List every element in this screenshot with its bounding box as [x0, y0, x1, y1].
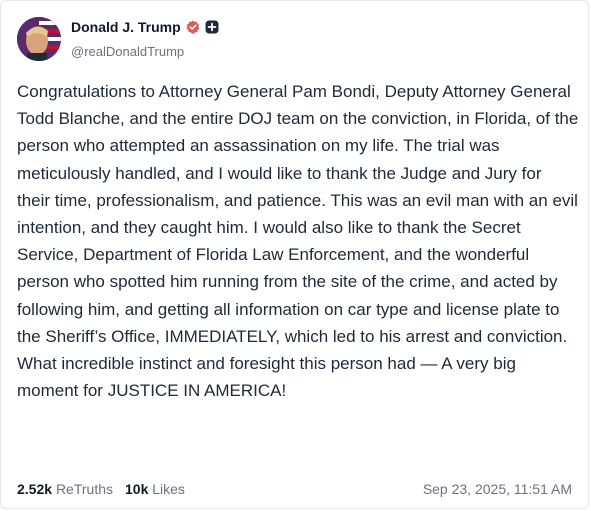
post-card: Donald J. Trump @realDonaldTrump Congrat…: [0, 0, 589, 509]
author-name[interactable]: Donald J. Trump: [71, 19, 181, 35]
plus-badge-icon: [205, 20, 219, 34]
likes-stat[interactable]: 10k Likes: [125, 481, 185, 497]
post-timestamp[interactable]: Sep 23, 2025, 11:51 AM: [423, 481, 572, 497]
author-row: Donald J. Trump: [71, 19, 219, 35]
retruths-label: ReTruths: [55, 481, 113, 497]
post-text: Congratulations to Attorney General Pam …: [17, 82, 579, 401]
verified-badge-icon: [186, 20, 200, 34]
avatar[interactable]: [17, 17, 61, 61]
likes-count: 10k: [125, 481, 149, 497]
post-footer: 2.52k ReTruths 10k Likes Sep 23, 2025, 1…: [17, 481, 572, 497]
likes-label: Likes: [152, 481, 185, 497]
retruths-stat[interactable]: 2.52k ReTruths: [17, 481, 113, 497]
retruths-count: 2.52k: [17, 481, 53, 497]
author-handle[interactable]: @realDonaldTrump: [71, 44, 184, 59]
avatar-image: [17, 17, 61, 61]
